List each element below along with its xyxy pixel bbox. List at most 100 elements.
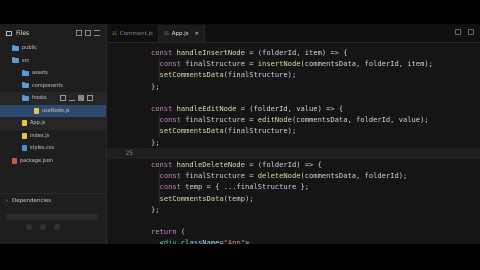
- js-icon: JS: [112, 31, 117, 36]
- code-token: temp = { ...finalStructure };: [185, 182, 310, 192]
- preview-icon[interactable]: [468, 29, 474, 35]
- editor-tabs: JS Comment.js JS App.js ✕: [107, 24, 480, 43]
- code-token: setCommentsData: [159, 193, 224, 203]
- github-icon[interactable]: [26, 224, 32, 230]
- split-editor-icon[interactable]: [455, 29, 461, 35]
- folder-icon: [12, 44, 19, 51]
- js-file-icon: [34, 107, 39, 114]
- code-token: (commentsData, folderId, value);: [291, 115, 429, 125]
- code-line[interactable]: return (: [107, 226, 480, 237]
- code-line[interactable]: setCommentsData(temp);: [107, 193, 480, 204]
- code-line[interactable]: };: [107, 81, 480, 92]
- tree-file-usenode[interactable]: useNode.js: [0, 104, 106, 117]
- tree-file-app[interactable]: App.js: [0, 117, 106, 130]
- code-token: const: [151, 48, 177, 57]
- explorer-actions: [76, 30, 100, 36]
- code-token: (commentsData, folderId, item);: [300, 59, 433, 69]
- code-token: (commentsData, folderId);: [300, 171, 408, 181]
- css-file-icon: [22, 145, 27, 152]
- tree-label: assets: [32, 70, 48, 77]
- code-line[interactable]: const finalStructure = editNode(comments…: [107, 114, 480, 125]
- code-line[interactable]: const temp = { ...finalStructure };: [107, 181, 480, 192]
- new-folder-icon[interactable]: [78, 95, 84, 101]
- code-text: const handleEditNode = (folderId, value)…: [151, 103, 343, 114]
- code-text: };: [151, 81, 160, 92]
- code-token: deleteNode: [257, 171, 301, 181]
- tree-folder-components[interactable]: components: [0, 80, 106, 93]
- chevron-right-icon: ›: [6, 198, 8, 204]
- social-links: [26, 224, 60, 230]
- files-icon: [6, 30, 12, 36]
- code-editor: JS Comment.js JS App.js ✕ const handleIn…: [107, 24, 480, 244]
- code-token: (finalStructure);: [223, 126, 297, 136]
- tab-app-js[interactable]: JS App.js ✕: [158, 25, 205, 42]
- code-line[interactable]: 25: [107, 147, 480, 159]
- new-file-icon[interactable]: [76, 30, 82, 36]
- ide-window: Files public src assets components hooks: [0, 24, 480, 244]
- tree-file-styles[interactable]: styles.css: [0, 142, 106, 155]
- tree-folder-assets[interactable]: assets: [0, 67, 106, 80]
- code-token: (finalStructure);: [223, 70, 297, 80]
- code-token: (temp);: [223, 193, 254, 203]
- tree-file-index[interactable]: index.js: [0, 130, 106, 143]
- discord-icon[interactable]: [54, 224, 60, 230]
- code-token: setCommentsData: [159, 126, 224, 136]
- code-text: const finalStructure = insertNode(commen…: [151, 58, 433, 69]
- code-line[interactable]: <div className="App">: [107, 237, 480, 244]
- tree-folder-public[interactable]: public: [0, 42, 106, 55]
- explorer-header: Files: [0, 24, 106, 42]
- code-token: = (folderId) => {: [244, 160, 322, 169]
- tab-label: App.js: [171, 30, 189, 37]
- close-icon[interactable]: ✕: [195, 31, 199, 37]
- folder-icon: [22, 94, 29, 101]
- code-line[interactable]: setCommentsData(finalStructure);: [107, 69, 480, 80]
- tree-label: hooks: [32, 95, 47, 102]
- code-text: const temp = { ...finalStructure };: [151, 181, 309, 192]
- new-file-icon[interactable]: [60, 95, 66, 101]
- code-token: <: [151, 238, 164, 244]
- folder-icon: [22, 69, 29, 76]
- code-text: const handleInsertNode = (folderId, item…: [151, 47, 347, 58]
- code-line[interactable]: const handleDeleteNode = (folderId) => {: [107, 159, 480, 170]
- collapse-icon[interactable]: [94, 30, 100, 36]
- code-token: = (folderId, item) => {: [244, 48, 348, 57]
- code-text: <div className="App">: [151, 237, 250, 244]
- code-token: insertNode: [257, 59, 301, 69]
- code-line[interactable]: setCommentsData(finalStructure);: [107, 125, 480, 136]
- tree-label: App.js: [30, 120, 46, 127]
- new-folder-icon[interactable]: [85, 30, 91, 36]
- code-line[interactable]: [107, 92, 480, 103]
- code-line[interactable]: [107, 215, 480, 226]
- code-token: finalStructure =: [185, 171, 258, 181]
- code-line[interactable]: const handleInsertNode = (folderId, item…: [107, 47, 480, 58]
- code-line[interactable]: const handleEditNode = (folderId, value)…: [107, 103, 480, 114]
- code-area[interactable]: const handleInsertNode = (folderId, item…: [107, 43, 480, 244]
- code-text: const handleDeleteNode = (folderId) => {: [151, 159, 322, 170]
- json-file-icon: [12, 157, 17, 164]
- tree-label: package.json: [20, 157, 53, 164]
- code-token: handleDeleteNode: [176, 160, 245, 169]
- code-token: className: [180, 238, 220, 244]
- tree-folder-hooks[interactable]: hooks: [0, 92, 106, 105]
- code-token: = (folderId, value) => {: [236, 104, 344, 113]
- code-token: const: [159, 171, 186, 181]
- code-line[interactable]: const finalStructure = insertNode(commen…: [107, 58, 480, 69]
- code-line[interactable]: const finalStructure = deleteNode(commen…: [107, 170, 480, 181]
- delete-icon[interactable]: [87, 95, 93, 101]
- code-line[interactable]: };: [107, 204, 480, 215]
- code-text: setCommentsData(temp);: [151, 193, 254, 204]
- tab-comment-js[interactable]: JS Comment.js: [107, 25, 159, 42]
- rename-icon[interactable]: [69, 95, 75, 101]
- js-file-icon: [22, 120, 27, 127]
- dependencies-section[interactable]: › Dependencies: [0, 193, 106, 208]
- code-token: handleEditNode: [176, 104, 237, 113]
- tab-actions: [455, 29, 474, 35]
- code-line[interactable]: };: [107, 137, 480, 148]
- code-token: finalStructure =: [185, 115, 258, 125]
- tree-folder-src[interactable]: src: [0, 55, 106, 68]
- code-token: return: [151, 227, 181, 237]
- tree-file-package[interactable]: package.json: [0, 155, 106, 168]
- twitter-icon[interactable]: [40, 224, 46, 230]
